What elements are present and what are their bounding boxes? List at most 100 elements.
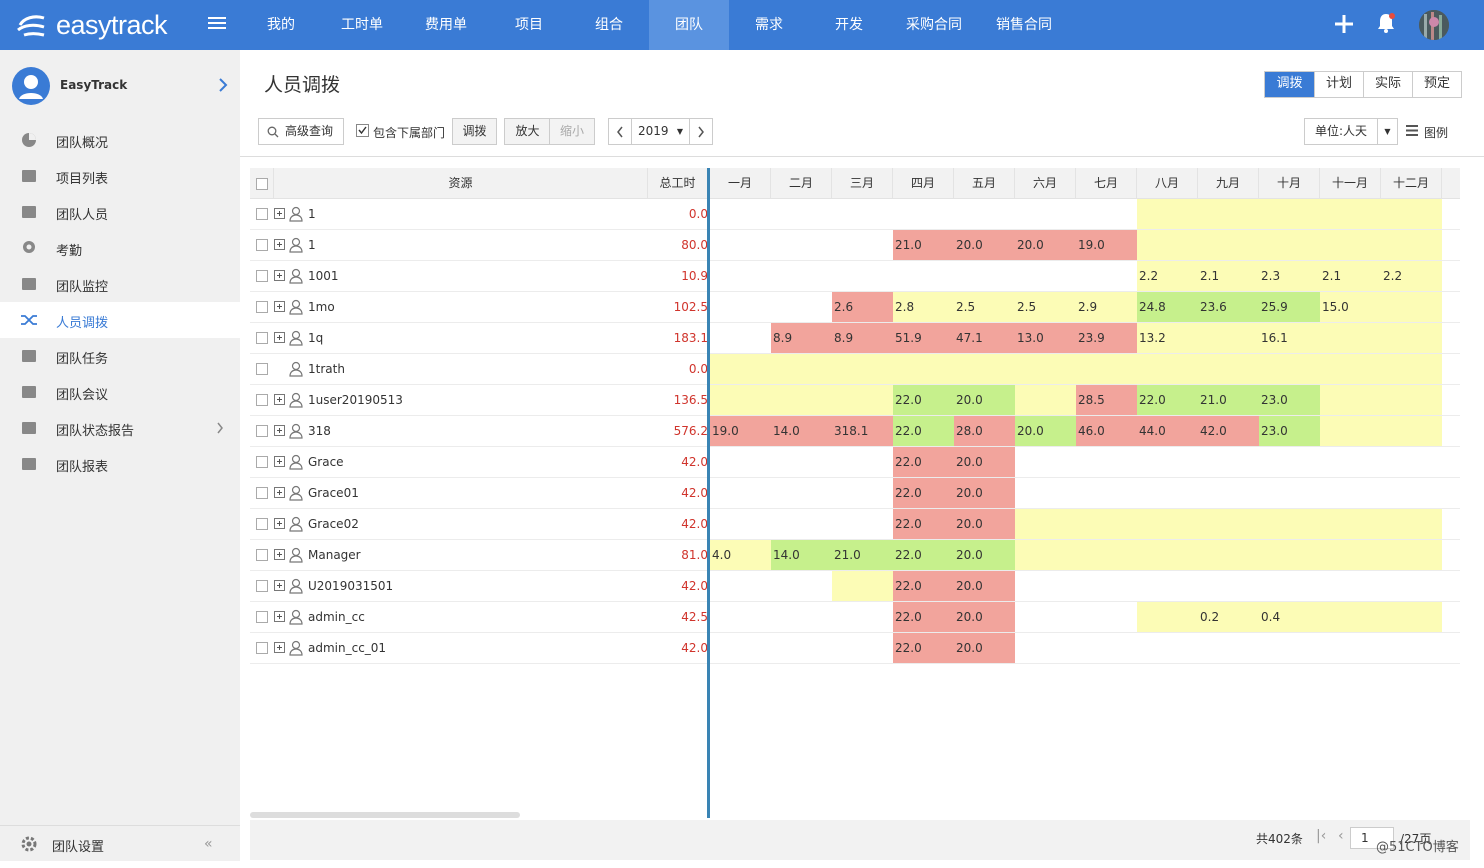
- month-cell[interactable]: 22.0: [1137, 385, 1198, 415]
- expand-icon[interactable]: [274, 270, 285, 281]
- month-cell[interactable]: [1320, 540, 1381, 570]
- month-cell[interactable]: 22.0: [893, 602, 954, 632]
- month-cell[interactable]: 22.0: [893, 540, 954, 570]
- month-cell[interactable]: 2.5: [954, 292, 1015, 322]
- sidebar-item-2[interactable]: 团队人员: [0, 194, 240, 230]
- include-sub-checkbox[interactable]: [356, 124, 369, 137]
- nav-item-2[interactable]: 费用单: [403, 0, 489, 50]
- month-cell[interactable]: [1137, 571, 1198, 601]
- month-cell[interactable]: 19.0: [1076, 230, 1137, 260]
- prev-year-button[interactable]: [608, 118, 632, 145]
- expand-icon[interactable]: [274, 208, 285, 219]
- month-cell[interactable]: 23.9: [1076, 323, 1137, 353]
- resource-name[interactable]: 318: [308, 416, 331, 446]
- month-cell[interactable]: 22.0: [893, 633, 954, 663]
- expand-icon[interactable]: [274, 425, 285, 436]
- month-cell[interactable]: 20.0: [954, 540, 1015, 570]
- expand-icon[interactable]: [274, 518, 285, 529]
- month-cell[interactable]: [1198, 633, 1259, 663]
- month-cell[interactable]: 47.1: [954, 323, 1015, 353]
- total-hours-column-header[interactable]: 总工时: [648, 168, 708, 199]
- month-cell[interactable]: [1198, 230, 1259, 260]
- month-cell[interactable]: [1198, 323, 1259, 353]
- table-row[interactable]: Grace01 42.0 22.0 20.0: [250, 478, 1460, 509]
- month-cell[interactable]: 46.0: [1076, 416, 1137, 446]
- team-header[interactable]: EasyTrack: [0, 50, 240, 122]
- sidebar-item-3[interactable]: 考勤: [0, 230, 240, 266]
- month-cell[interactable]: [1259, 447, 1320, 477]
- month-cell[interactable]: 20.0: [954, 230, 1015, 260]
- resource-name[interactable]: Grace02: [308, 509, 359, 539]
- nav-item-8[interactable]: 采购合同: [889, 0, 979, 50]
- month-cell[interactable]: [893, 261, 954, 291]
- month-cell[interactable]: [832, 602, 893, 632]
- month-cell[interactable]: [1381, 633, 1442, 663]
- month-cell[interactable]: [710, 447, 771, 477]
- month-cell[interactable]: [1076, 199, 1137, 229]
- month-cell[interactable]: [1381, 509, 1442, 539]
- month-cell[interactable]: 14.0: [771, 540, 832, 570]
- nav-item-3[interactable]: 项目: [489, 0, 569, 50]
- table-row[interactable]: admin_cc_01 42.0 22.0 20.0: [250, 633, 1460, 664]
- month-cell[interactable]: [1381, 385, 1442, 415]
- sidebar-item-8[interactable]: 团队状态报告: [0, 410, 240, 446]
- month-cell[interactable]: [893, 354, 954, 384]
- month-cell[interactable]: [1259, 354, 1320, 384]
- month-cell[interactable]: 20.0: [954, 571, 1015, 601]
- month-cell[interactable]: [832, 633, 893, 663]
- month-cell[interactable]: [710, 602, 771, 632]
- zoom-in-button[interactable]: 放大: [504, 118, 550, 145]
- table-row[interactable]: 1q 183.1 8.9 8.9 51.9 47.1 13.0 23.9 13.2 16.1: [250, 323, 1460, 354]
- month-cell[interactable]: 21.0: [893, 230, 954, 260]
- month-cell[interactable]: [771, 385, 832, 415]
- month-cell[interactable]: [1076, 540, 1137, 570]
- resource-name[interactable]: 1: [308, 230, 316, 260]
- month-cell[interactable]: 2.3: [1259, 261, 1320, 291]
- table-row[interactable]: 1user20190513 136.5 22.0 20.0 28.5 22.0 21.0 23…: [250, 385, 1460, 416]
- month-cell[interactable]: [710, 323, 771, 353]
- resource-name[interactable]: 1: [308, 199, 316, 229]
- month-cell[interactable]: 28.5: [1076, 385, 1137, 415]
- month-cell[interactable]: 2.2: [1137, 261, 1198, 291]
- month-cell[interactable]: [1381, 571, 1442, 601]
- month-cell[interactable]: 20.0: [954, 478, 1015, 508]
- month-cell[interactable]: [832, 261, 893, 291]
- month-cell[interactable]: [1320, 354, 1381, 384]
- month-cell[interactable]: [771, 571, 832, 601]
- month-cell[interactable]: [771, 509, 832, 539]
- month-cell[interactable]: [1076, 602, 1137, 632]
- month-cell[interactable]: [771, 602, 832, 632]
- expand-icon[interactable]: [274, 301, 285, 312]
- month-cell[interactable]: 23.0: [1259, 385, 1320, 415]
- month-cell[interactable]: 15.0: [1320, 292, 1381, 322]
- month-cell[interactable]: 2.2: [1381, 261, 1442, 291]
- sidebar-item-0[interactable]: 团队概况: [0, 122, 240, 158]
- row-checkbox[interactable]: [256, 549, 268, 561]
- month-cell[interactable]: 13.2: [1137, 323, 1198, 353]
- table-row[interactable]: 1mo 102.5 2.6 2.8 2.5 2.5 2.9 24.8 23.6 25.9 15.0: [250, 292, 1460, 323]
- month-cell[interactable]: 20.0: [954, 602, 1015, 632]
- row-checkbox[interactable]: [256, 425, 268, 437]
- resource-name[interactable]: 1001: [308, 261, 339, 291]
- month-cell[interactable]: 22.0: [893, 509, 954, 539]
- month-cell[interactable]: [1320, 478, 1381, 508]
- month-cell[interactable]: 24.8: [1137, 292, 1198, 322]
- month-cell[interactable]: 20.0: [954, 509, 1015, 539]
- month-cell[interactable]: [832, 571, 893, 601]
- month-cell[interactable]: [832, 478, 893, 508]
- month-cell[interactable]: [1320, 509, 1381, 539]
- select-all-checkbox[interactable]: [256, 178, 268, 190]
- month-cell[interactable]: [1198, 354, 1259, 384]
- month-cell[interactable]: [710, 385, 771, 415]
- month-cell[interactable]: [1259, 540, 1320, 570]
- month-cell[interactable]: [1137, 354, 1198, 384]
- month-cell[interactable]: [710, 571, 771, 601]
- month-cell[interactable]: 22.0: [893, 478, 954, 508]
- month-cell[interactable]: [1076, 633, 1137, 663]
- month-cell[interactable]: [1320, 323, 1381, 353]
- month-cell[interactable]: [1015, 478, 1076, 508]
- month-cell[interactable]: [1137, 199, 1198, 229]
- month-cell[interactable]: 20.0: [1015, 230, 1076, 260]
- month-cell[interactable]: [1137, 478, 1198, 508]
- month-cell[interactable]: [710, 230, 771, 260]
